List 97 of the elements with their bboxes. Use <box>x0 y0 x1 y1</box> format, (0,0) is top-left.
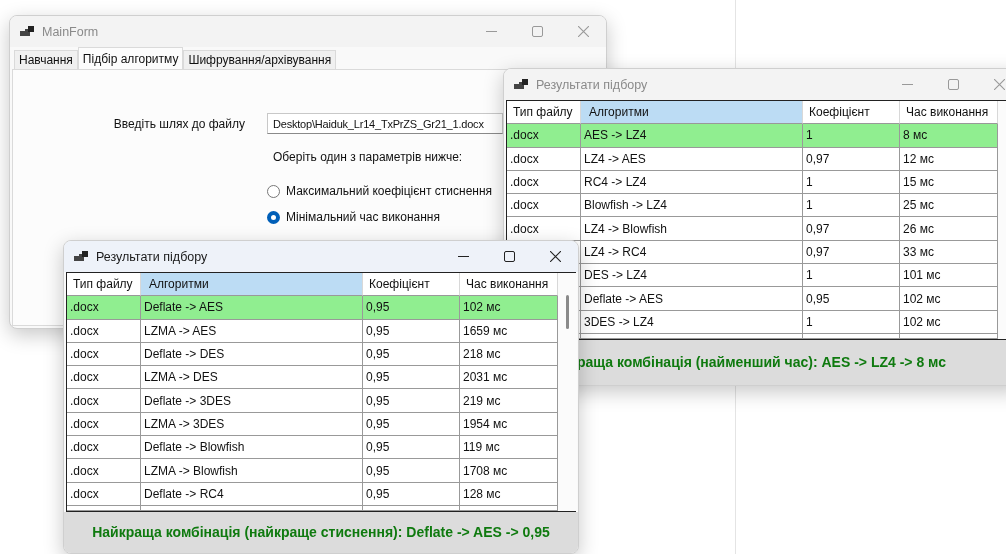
radio-button[interactable] <box>267 184 280 198</box>
table-cell: 0,95 <box>366 393 390 408</box>
column-header[interactable]: Алгоритми <box>581 101 803 125</box>
column-header[interactable]: Алгоритми <box>141 273 363 297</box>
column-header[interactable]: Коефіцієнт <box>803 101 900 125</box>
column-header[interactable]: Час виконання <box>900 101 998 125</box>
table-cell: 0,95 <box>366 463 390 478</box>
table-cell: .docx <box>510 221 539 236</box>
table-cell: .docx <box>510 151 539 166</box>
table-cell: 15 мс <box>903 175 934 190</box>
table-cell: 1954 мс <box>463 416 508 431</box>
table-cell: 218 мс <box>463 347 501 362</box>
table-cell: AES -> LZ4 <box>584 128 647 143</box>
column-header[interactable]: Час виконання <box>460 273 558 297</box>
radio-label[interactable]: Максимальний коефіцієнт стиснення <box>286 184 493 198</box>
app-icon <box>514 78 528 91</box>
table-cell: 0,95 <box>366 300 390 315</box>
table-cell: .docx <box>70 416 99 431</box>
table-cell: 102 мс <box>903 291 941 306</box>
table-cell: 1659 мс <box>463 323 508 338</box>
table-cell: 0,97 <box>806 221 830 236</box>
radio-label[interactable]: Мінімальний час виконання <box>286 210 440 224</box>
tab[interactable]: Навчання <box>14 50 78 69</box>
options-label: Оберіть один з параметрів нижче: <box>273 150 463 164</box>
table-cell: LZMA -> Blowfish <box>144 463 238 478</box>
table-cell: 101 мс <box>903 268 941 283</box>
table-cell: DES -> LZ4 <box>584 268 648 283</box>
table-cell: Deflate -> AES <box>584 291 664 306</box>
window-title: Результати підбору <box>96 249 209 264</box>
table-cell: 1 <box>806 175 813 190</box>
table-cell: 0,97 <box>806 151 830 166</box>
table-cell: 219 мс <box>463 393 501 408</box>
close-icon[interactable] <box>549 251 561 262</box>
table-cell: .docx <box>70 440 99 455</box>
table-cell: 1 <box>806 128 813 143</box>
table-cell: LZMA -> AES <box>144 323 217 338</box>
table-cell: Deflate -> DES <box>144 347 225 362</box>
table-cell: 1 <box>806 198 813 213</box>
table-cell: Deflate -> RC4 <box>144 486 224 501</box>
table-cell: .docx <box>70 323 99 338</box>
table-cell: 8 мс <box>903 128 928 143</box>
table-cell: Deflate -> AES <box>144 300 224 315</box>
table-cell: 0,95 <box>366 347 390 362</box>
table-cell: 0,95 <box>366 416 390 431</box>
table-cell: Deflate -> Blowfish <box>144 440 245 455</box>
window-title: Результати підбору <box>536 77 649 92</box>
table-cell: RC4 -> LZ4 <box>584 175 647 190</box>
path-label: Введіть шлях до файлу <box>112 116 245 131</box>
table-cell: LZMA -> 3DES <box>144 416 225 431</box>
table-cell: 0,95 <box>366 440 390 455</box>
table-cell: 102 мс <box>903 314 941 329</box>
table-cell: 33 мс <box>903 244 934 259</box>
table-cell: .docx <box>510 128 539 143</box>
table-cell: LZ4 -> AES <box>584 151 646 166</box>
table-cell: 0,95 <box>366 323 390 338</box>
table-cell: 25 мс <box>903 198 934 213</box>
tab[interactable]: Шифрування/архівування <box>183 50 337 69</box>
table-cell: 0,95 <box>806 291 830 306</box>
column-header[interactable]: Тип файлу <box>67 273 141 297</box>
table-cell: .docx <box>510 175 539 190</box>
app-icon <box>74 250 88 263</box>
table-cell: 102 мс <box>463 300 501 315</box>
path-input-field[interactable]: Desktop\Haiduk_Lr14_TxPrZS_Gr21_1.docx <box>267 113 503 134</box>
table-cell: .docx <box>70 393 99 408</box>
minimize-icon[interactable] <box>457 256 469 257</box>
column-header[interactable]: Тип файлу <box>507 101 581 125</box>
table-cell: .docx <box>70 486 99 501</box>
table-cell: LZMA -> DES <box>144 370 218 385</box>
table-cell: 0,97 <box>806 244 830 259</box>
table-cell: 1 <box>806 268 813 283</box>
table-cell: 119 мс <box>463 440 500 455</box>
table-cell: .docx <box>70 300 99 315</box>
table-cell: 1708 мс <box>463 463 508 478</box>
table-cell: 1 <box>806 314 813 329</box>
table-cell: Deflate -> 3DES <box>144 393 232 408</box>
table-cell: .docx <box>70 463 99 478</box>
window-title: MainForm <box>42 24 100 39</box>
table-cell: 0,95 <box>366 370 390 385</box>
table-cell: 12 мс <box>903 151 934 166</box>
table-cell: 3DES -> LZ4 <box>584 314 654 329</box>
table-cell: .docx <box>510 198 539 213</box>
maximize-icon[interactable] <box>503 251 515 262</box>
table-cell: 26 мс <box>903 221 934 236</box>
table-cell: Blowfish -> LZ4 <box>584 198 668 213</box>
app-icon <box>20 25 34 38</box>
table-cell: .docx <box>70 347 99 362</box>
radio-button[interactable] <box>267 210 280 224</box>
table-cell: 0,95 <box>366 486 390 501</box>
tab[interactable]: Підбір алгоритму <box>77 47 184 69</box>
table-cell: 128 мс <box>463 486 501 501</box>
scrollbar-thumb[interactable] <box>566 295 569 329</box>
summary-text: Найкраща комбінація (найкраще стиснення): Deflate -> AES -> 0,95 <box>92 524 550 541</box>
table-cell: LZ4 -> Blowfish <box>584 221 668 236</box>
column-header[interactable]: Коефіцієнт <box>363 273 460 297</box>
table-cell: 2031 мс <box>463 370 508 385</box>
table-cell: .docx <box>70 370 99 385</box>
table-cell: LZ4 -> RC4 <box>584 244 647 259</box>
